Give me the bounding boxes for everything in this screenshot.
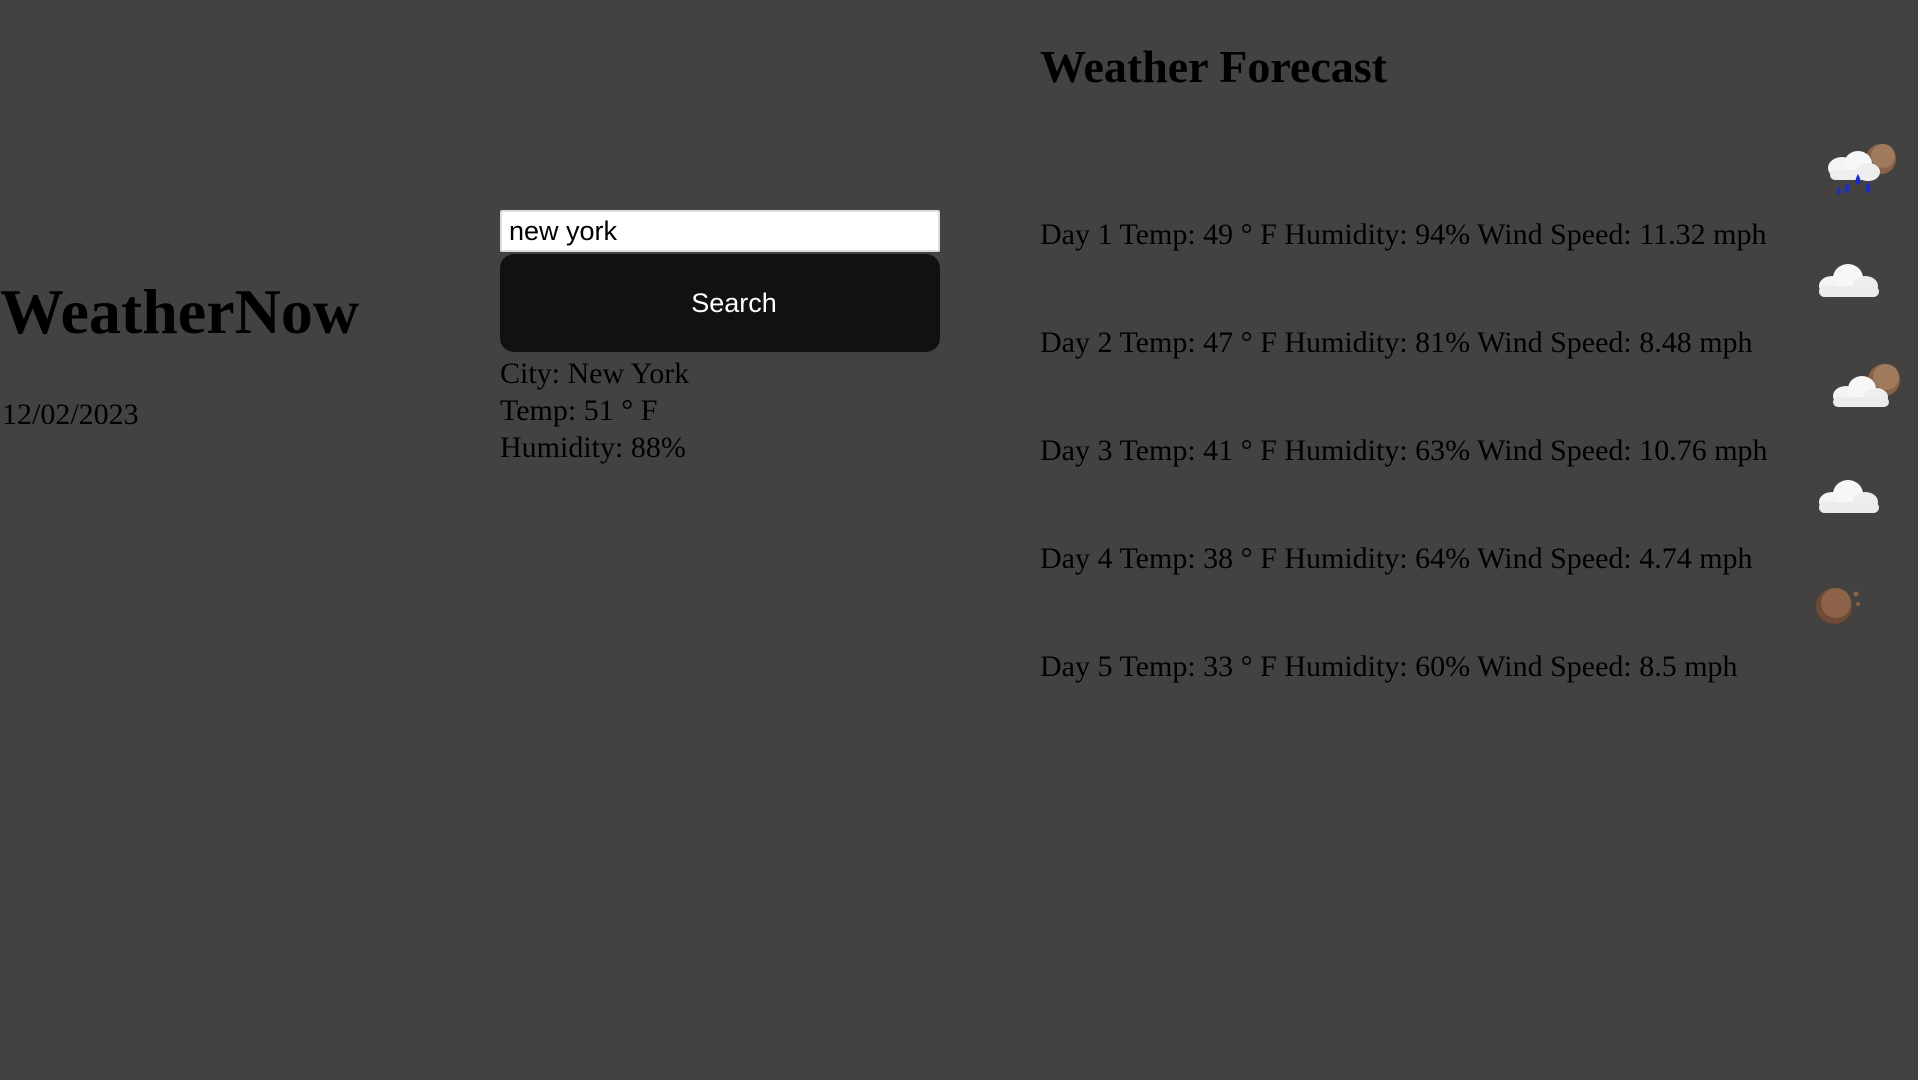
forecast-day-text: Day 4 Temp: 38 ° F Humidity: 64% Wind Sp…: [1040, 542, 1753, 575]
current-city: City: New York: [500, 357, 690, 390]
forecast-day-text: Day 3 Temp: 41 ° F Humidity: 63% Wind Sp…: [1040, 434, 1768, 467]
forecast-title: Weather Forecast: [1040, 41, 1388, 92]
forecast-day-1: Day 1 Temp: 49 ° F Humidity: 94% Wind Sp…: [1040, 144, 1900, 251]
current-date: 12/02/2023: [2, 398, 139, 431]
forecast-day-2: Day 2 Temp: 47 ° F Humidity: 81% Wind Sp…: [1040, 264, 1900, 359]
current-humidity: Humidity: 88%: [500, 431, 686, 464]
clear-night-icon: [1816, 588, 1860, 624]
forecast-day-text: Day 2 Temp: 47 ° F Humidity: 81% Wind Sp…: [1040, 326, 1753, 359]
rain-icon: [1828, 144, 1896, 195]
partly-cloudy-night-icon: [1833, 364, 1900, 407]
search-input[interactable]: [500, 210, 940, 252]
forecast-day-3: Day 3 Temp: 41 ° F Humidity: 63% Wind Sp…: [1040, 364, 1900, 467]
app-title: WeatherNow: [0, 276, 360, 347]
current-weather: City: New York Temp: 51 ° F Humidity: 88…: [500, 355, 689, 466]
cloud-icon: [1819, 480, 1879, 513]
forecast-day-text: Day 5 Temp: 33 ° F Humidity: 60% Wind Sp…: [1040, 650, 1738, 683]
search-button[interactable]: Search: [500, 254, 940, 352]
forecast-day-text: Day 1 Temp: 49 ° F Humidity: 94% Wind Sp…: [1040, 218, 1767, 251]
forecast-day-5: Day 5 Temp: 33 ° F Humidity: 60% Wind Sp…: [1040, 588, 1900, 683]
forecast-day-4: Day 4 Temp: 38 ° F Humidity: 64% Wind Sp…: [1040, 480, 1900, 575]
cloud-icon: [1819, 264, 1879, 297]
current-temp: Temp: 51 ° F: [500, 394, 658, 427]
